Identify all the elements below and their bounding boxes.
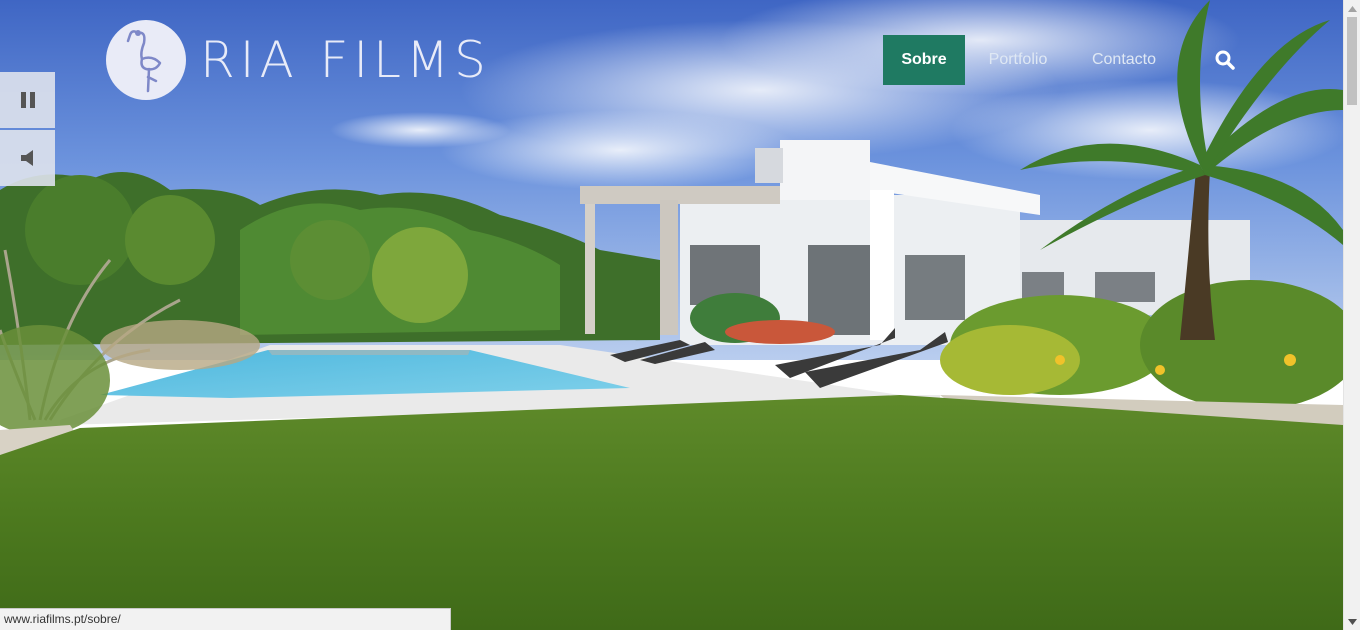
nav-item-portfolio[interactable]: Portfolio xyxy=(987,35,1049,85)
search-button[interactable] xyxy=(1213,35,1237,85)
pause-button[interactable] xyxy=(0,72,55,128)
mute-button[interactable] xyxy=(0,130,55,186)
scroll-up-arrow-icon[interactable] xyxy=(1344,0,1360,17)
status-bar-url: www.riafilms.pt/sobre/ xyxy=(0,608,451,630)
vertical-scrollbar[interactable] xyxy=(1343,0,1360,630)
search-icon xyxy=(1215,50,1235,70)
site-logo[interactable]: RIA FILMS xyxy=(106,20,491,100)
pause-icon xyxy=(20,92,35,108)
flamingo-icon xyxy=(106,20,186,100)
scrollbar-thumb[interactable] xyxy=(1347,17,1357,105)
volume-icon xyxy=(20,150,33,166)
nav-item-sobre[interactable]: Sobre xyxy=(883,35,965,85)
nav-item-contacto[interactable]: Contacto xyxy=(1091,35,1157,85)
main-nav: Sobre Portfolio Contacto xyxy=(883,35,1237,85)
scroll-down-arrow-icon[interactable] xyxy=(1344,613,1360,630)
brand-name: RIA FILMS xyxy=(200,31,491,89)
video-controls xyxy=(0,72,55,186)
page-viewport: RIA FILMS Sobre Portfolio Contacto xyxy=(0,0,1343,630)
